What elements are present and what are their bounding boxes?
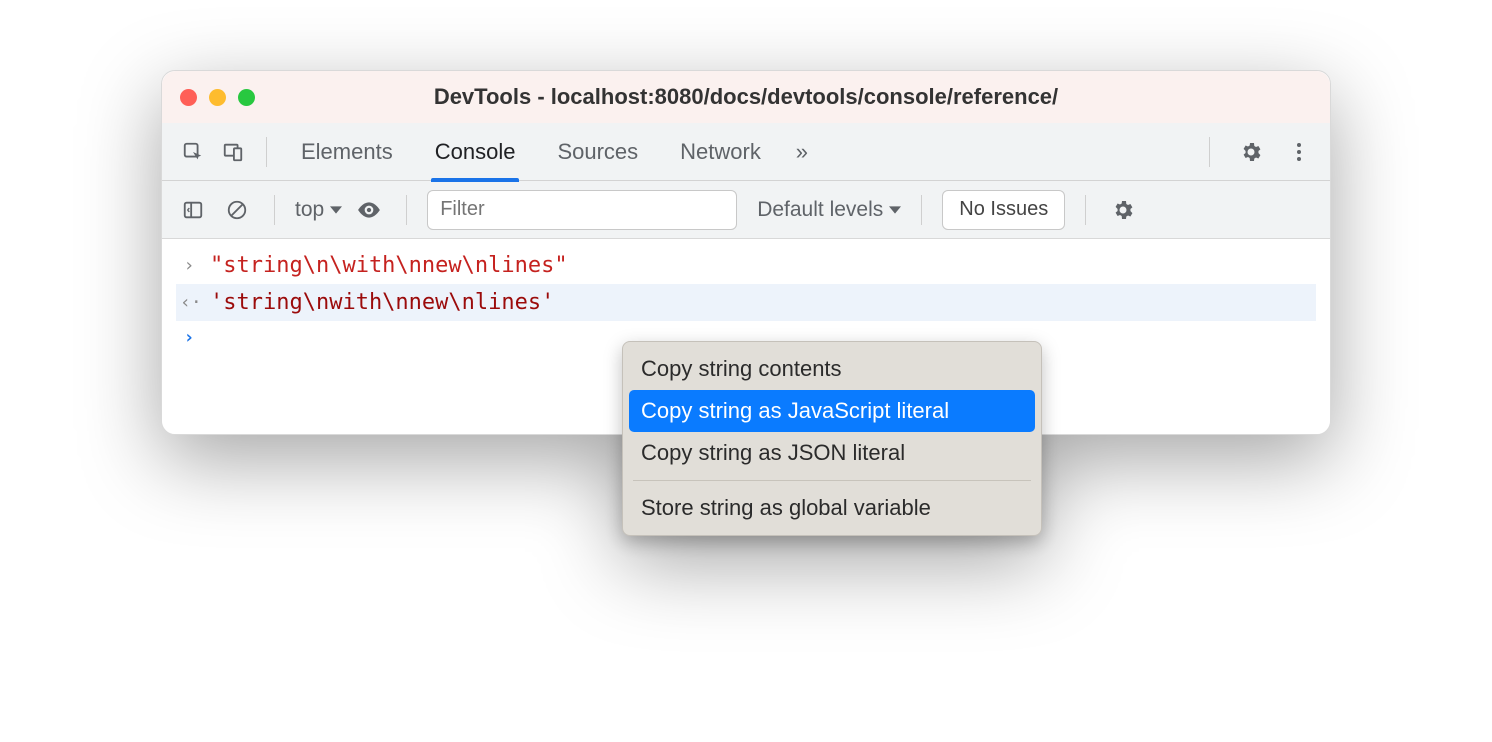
live-expression-icon[interactable] — [352, 193, 386, 227]
tab-elements[interactable]: Elements — [283, 123, 411, 181]
chevron-down-icon — [889, 204, 901, 216]
traffic-lights — [180, 89, 255, 106]
output-arrow-icon: ‹· — [180, 292, 198, 313]
separator — [921, 195, 922, 225]
menu-copy-contents[interactable]: Copy string contents — [629, 348, 1035, 390]
device-toolbar-icon[interactable] — [216, 135, 250, 169]
more-tabs-icon[interactable] — [785, 135, 819, 169]
separator — [1085, 195, 1086, 225]
console-toolbar: top Default levels No Issues — [162, 181, 1330, 239]
console-input-line: › "string\n\with\nnew\nlines" — [176, 247, 1316, 284]
devtools-window: DevTools - localhost:8080/docs/devtools/… — [161, 70, 1331, 435]
console-output-text[interactable]: 'string\nwith\nnew\nlines' — [210, 290, 554, 315]
select-element-icon[interactable] — [176, 135, 210, 169]
console-output-line: ‹· 'string\nwith\nnew\nlines' — [176, 284, 1316, 321]
tab-console[interactable]: Console — [417, 123, 534, 181]
separator — [266, 137, 267, 167]
close-icon[interactable] — [180, 89, 197, 106]
input-arrow-icon: › — [180, 255, 198, 276]
console-input-text[interactable]: "string\n\with\nnew\nlines" — [210, 253, 568, 278]
separator — [274, 195, 275, 225]
menu-copy-json-literal[interactable]: Copy string as JSON literal — [629, 432, 1035, 474]
menu-divider — [633, 480, 1031, 481]
menu-store-global[interactable]: Store string as global variable — [629, 487, 1035, 529]
panel-tabs: Elements Console Sources Network — [162, 123, 1330, 181]
log-levels-selector[interactable]: Default levels — [757, 198, 901, 222]
window-title: DevTools - localhost:8080/docs/devtools/… — [180, 84, 1312, 110]
prompt-arrow-icon: › — [180, 327, 198, 348]
titlebar: DevTools - localhost:8080/docs/devtools/… — [162, 71, 1330, 123]
toggle-sidebar-icon[interactable] — [176, 193, 210, 227]
context-selector[interactable]: top — [295, 198, 342, 222]
separator — [1209, 137, 1210, 167]
filter-input[interactable] — [427, 190, 737, 230]
context-menu: Copy string contents Copy string as Java… — [622, 341, 1042, 536]
separator — [406, 195, 407, 225]
clear-console-icon[interactable] — [220, 193, 254, 227]
console-settings-icon[interactable] — [1106, 193, 1140, 227]
kebab-menu-icon[interactable] — [1282, 135, 1316, 169]
tab-sources[interactable]: Sources — [539, 123, 656, 181]
settings-icon[interactable] — [1234, 135, 1268, 169]
minimize-icon[interactable] — [209, 89, 226, 106]
maximize-icon[interactable] — [238, 89, 255, 106]
menu-copy-js-literal[interactable]: Copy string as JavaScript literal — [629, 390, 1035, 432]
chevron-down-icon — [330, 204, 342, 216]
tab-network[interactable]: Network — [662, 123, 779, 181]
issues-button[interactable]: No Issues — [942, 190, 1065, 230]
